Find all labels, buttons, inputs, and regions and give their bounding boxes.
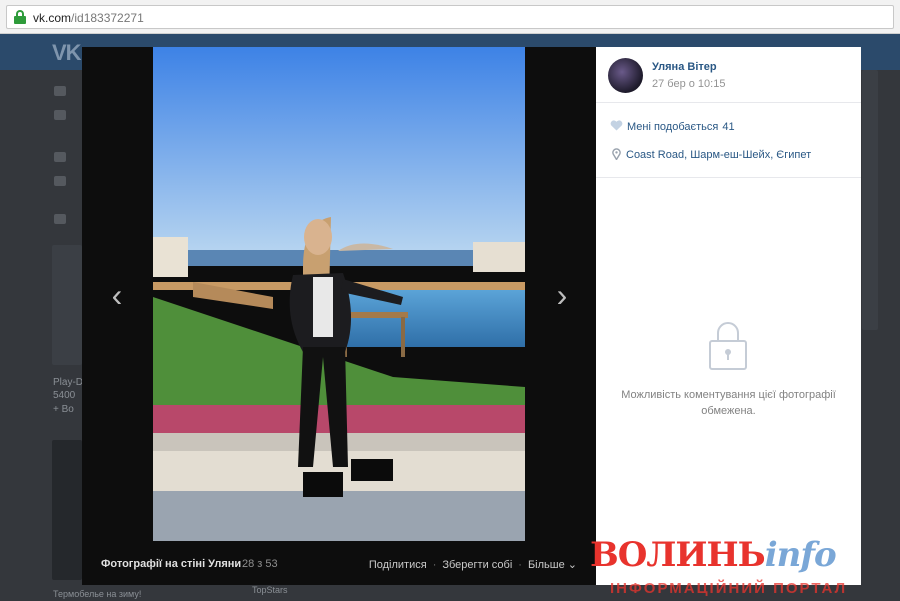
volyn-info-watermark-logo: ВОЛИНЬinfo ІНФОРМАЦІЙНИЙ ПОРТАЛ: [588, 535, 900, 601]
watermark-brand: ВОЛИНЬinfo: [590, 535, 837, 575]
share-button[interactable]: Поділитися: [369, 559, 427, 571]
resort-photo-image: [153, 47, 525, 541]
location-pin-icon: [612, 148, 621, 160]
post-date[interactable]: 27 бер о 10:15: [652, 78, 725, 90]
author-avatar[interactable]: [608, 58, 643, 93]
like-label: Мені подобається: [627, 121, 719, 133]
secure-lock-icon: [14, 10, 26, 24]
watermark-tagline: ІНФОРМАЦІЙНИЙ ПОРТАЛ: [610, 580, 848, 597]
watermark-brand-red: ВОЛИНЬ: [590, 535, 766, 575]
next-photo-arrow-icon[interactable]: ›: [550, 279, 574, 311]
heart-icon: [610, 120, 623, 131]
divider: [596, 102, 861, 103]
comments-restricted-notice: Можливість коментування цієї фотографії …: [621, 389, 836, 417]
previous-photo-arrow-icon[interactable]: ‹: [105, 279, 129, 311]
more-button[interactable]: Більше ⌄: [528, 558, 577, 571]
viewer-footer: Фотографії на стіні Уляни 28 з 53 Поділи…: [82, 545, 596, 585]
vk-logo: VK: [52, 40, 82, 65]
photo-actions: Поділитися · Зберегти собі · Більше ⌄: [368, 558, 577, 571]
location-text: Coast Road, Шарм-еш-Шейх, Єгипет: [626, 149, 812, 161]
background-ad-image: [52, 440, 82, 580]
chevron-down-icon: ⌄: [567, 559, 577, 571]
photo-counter: 28 з 53: [242, 558, 278, 570]
more-label: Більше: [527, 559, 565, 571]
background-card-stat: 5400: [53, 390, 76, 401]
background-card-title: Play-D: [53, 377, 84, 388]
background-right-column: [862, 70, 878, 330]
save-button[interactable]: Зберегти собі: [442, 559, 512, 571]
like-button[interactable]: Мені подобається 41: [610, 120, 735, 133]
background-topstars: TopStars: [252, 585, 288, 595]
like-count: 41: [722, 121, 735, 133]
background-card: [52, 245, 82, 365]
comments-locked-icon: [709, 322, 747, 370]
background-ad-text: Термобелье на зиму!: [53, 589, 142, 599]
browser-toolbar: vk.com/id183372271: [0, 0, 900, 34]
album-link[interactable]: Фотографії на стіні Уляни: [101, 558, 241, 570]
author-name[interactable]: Уляна Вітер: [652, 61, 717, 73]
divider: [596, 177, 861, 178]
location-link[interactable]: Coast Road, Шарм-еш-Шейх, Єгипет: [612, 148, 811, 161]
watermark-brand-blue: info: [764, 535, 837, 575]
url-text: vk.com/id183372271: [33, 11, 144, 25]
photo[interactable]: [153, 47, 525, 541]
background-card-action: + Bo: [53, 404, 74, 415]
photo-info-panel: Уляна Вітер 27 бер о 10:15 Мені подобаєт…: [596, 47, 861, 585]
address-bar[interactable]: vk.com/id183372271: [6, 5, 894, 29]
